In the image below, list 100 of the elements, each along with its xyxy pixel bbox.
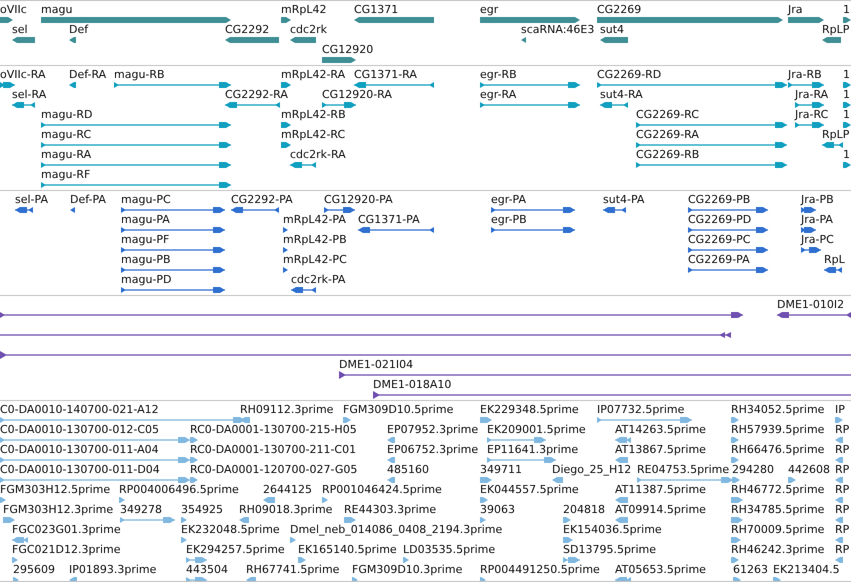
feature-label[interactable]: C0-DA0010-130700-011-A04 <box>0 443 159 456</box>
feature-label[interactable]: mRpL42-PB <box>283 233 347 246</box>
feature-label[interactable]: C0-DA0010-140700-021-A12 <box>0 403 159 416</box>
feature-arrow[interactable] <box>283 246 288 254</box>
feature-label[interactable]: mRpL42-PA <box>283 213 346 226</box>
feature-arrow[interactable] <box>225 36 279 44</box>
feature-label[interactable]: AT14263.5prime <box>615 423 706 436</box>
feature-label[interactable]: IP07732.5prime <box>597 403 684 416</box>
feature-label[interactable]: egr-PB <box>491 213 527 226</box>
feature-label[interactable]: magu-RD <box>41 108 92 121</box>
feature-label[interactable]: oVIIc-RA <box>0 68 46 81</box>
feature-label[interactable]: Def <box>69 23 88 36</box>
feature-label[interactable]: mRpL42-RB <box>281 108 346 121</box>
feature-label[interactable]: sut4-PA <box>603 193 644 206</box>
feature-label[interactable]: magu-RA <box>41 148 92 161</box>
feature-label[interactable]: Diego_25_H12 <box>552 463 632 476</box>
feature-label[interactable]: CG12920-RA <box>322 88 392 101</box>
feature-label[interactable]: C0-DA0010-130700-012-C05 <box>0 423 160 436</box>
feature-label[interactable]: RH34052.5prime <box>731 403 824 416</box>
feature-label[interactable]: 39063 <box>480 503 515 516</box>
feature-label[interactable]: RP <box>835 423 850 436</box>
feature-arrow[interactable] <box>69 36 76 44</box>
feature-label[interactable]: Jra-PB <box>801 193 834 206</box>
feature-label[interactable]: CG2269-PC <box>688 233 750 246</box>
feature-label[interactable]: RC0-DA0001-130700-215-H05 <box>190 423 357 436</box>
feature-label[interactable]: RH09018.3prime <box>239 503 332 516</box>
feature-label[interactable]: EP06752.3prime <box>387 443 478 456</box>
feature-label[interactable]: RpLP <box>822 128 850 141</box>
feature-label[interactable]: magu-PC <box>121 193 171 206</box>
feature-label[interactable]: DME1-010I2 <box>777 298 844 311</box>
feature-arrow[interactable] <box>322 56 356 64</box>
feature-label[interactable]: Jra-RB <box>788 68 822 81</box>
feature-label[interactable]: 61263 <box>733 563 768 576</box>
feature-label[interactable]: AT09914.5prime <box>615 503 706 516</box>
feature-arrow[interactable] <box>843 101 851 109</box>
feature-label[interactable]: 294280 <box>732 463 774 476</box>
feature-label[interactable]: EK044557.5prime <box>480 483 579 496</box>
feature-label[interactable]: sel <box>12 23 28 36</box>
feature-label[interactable]: RC0-DA0001-120700-027-G05 <box>190 463 358 476</box>
feature-label[interactable]: CG1371-RA <box>354 68 417 81</box>
feature-label[interactable]: 1 <box>843 108 850 121</box>
feature-label[interactable]: IP <box>835 403 845 416</box>
feature-label[interactable]: RpLP <box>822 23 850 36</box>
feature-label[interactable]: egr-PA <box>491 193 526 206</box>
feature-label[interactable]: AT13867.5prime <box>615 443 706 456</box>
feature-arrow[interactable] <box>801 226 816 234</box>
feature-label[interactable]: CG2292-RA <box>225 88 288 101</box>
feature-label[interactable]: scaRNA:46E3 <box>521 23 594 36</box>
feature-arrow[interactable] <box>521 36 526 44</box>
feature-label[interactable]: EP07952.3prime <box>387 423 478 436</box>
feature-label[interactable]: CG2292 <box>225 23 270 36</box>
feature-label[interactable]: Def-RA <box>69 68 106 81</box>
feature-label[interactable]: DME1-018A10 <box>373 378 452 391</box>
feature-label[interactable]: RP001046424.5prime <box>322 483 442 496</box>
feature-label[interactable]: RH70009.5prime <box>731 523 824 536</box>
feature-arrow[interactable] <box>843 81 851 89</box>
feature-label[interactable]: EK232048.5prime <box>181 523 280 536</box>
feature-label[interactable]: oVIIc <box>0 3 27 16</box>
feature-label[interactable]: RP004006496.5prime <box>119 483 239 496</box>
feature-label[interactable]: mRpL42-RC <box>281 128 346 141</box>
feature-label[interactable]: CG2269-PB <box>688 193 750 206</box>
feature-label[interactable]: mRpL42 <box>281 3 326 16</box>
feature-arrow[interactable] <box>281 141 291 149</box>
feature-label[interactable]: CG2269 <box>597 3 642 16</box>
feature-label[interactable]: EK294257.5prime <box>186 543 285 556</box>
feature-label[interactable]: egr-RB <box>480 68 517 81</box>
feature-arrow[interactable] <box>70 206 75 214</box>
feature-label[interactable]: RH09112.3prime <box>240 403 334 416</box>
feature-label[interactable]: RC0-DA0001-130700-211-C01 <box>190 443 356 456</box>
feature-arrow[interactable] <box>822 36 841 44</box>
feature-label[interactable]: RE04753.5prime <box>637 463 730 476</box>
feature-label[interactable]: CG2269-PD <box>688 213 752 226</box>
feature-arrow[interactable] <box>290 36 316 44</box>
feature-label[interactable]: RH46242.3prime <box>731 543 824 556</box>
feature-arrow[interactable] <box>0 81 15 89</box>
feature-label[interactable]: EK209001.5prime <box>487 423 586 436</box>
feature-label[interactable]: RP <box>835 483 850 496</box>
feature-arrow[interactable] <box>12 36 35 44</box>
feature-label[interactable]: magu-PF <box>121 233 170 246</box>
feature-label[interactable]: SD13795.5prime <box>563 543 656 556</box>
feature-label[interactable]: 1 <box>843 148 850 161</box>
feature-label[interactable]: Jra-RC <box>795 108 828 121</box>
feature-label[interactable]: sel-PA <box>15 193 48 206</box>
feature-label[interactable]: 349711 <box>480 463 522 476</box>
feature-label[interactable]: RP <box>835 443 850 456</box>
feature-label[interactable]: FGM303H12.3prime <box>3 503 114 516</box>
feature-label[interactable]: CG1371-PA <box>358 213 420 226</box>
feature-label[interactable]: CG2269-PA <box>688 253 750 266</box>
feature-label[interactable]: IP01893.3prime <box>69 563 156 576</box>
feature-label[interactable]: CG12920-PA <box>324 193 393 206</box>
feature-label[interactable]: FGM309D10.5prime <box>343 403 454 416</box>
feature-label[interactable]: RH57939.5prime <box>731 423 824 436</box>
feature-label[interactable]: magu-RF <box>41 168 90 181</box>
feature-arrow[interactable] <box>281 81 291 89</box>
feature-label[interactable]: EK154036.5prime <box>563 523 662 536</box>
feature-arrow[interactable] <box>801 206 816 214</box>
feature-label[interactable]: Jra <box>788 3 803 16</box>
feature-label[interactable]: RP004491250.5prime <box>480 563 600 576</box>
feature-label[interactable]: Jra-PC <box>801 233 834 246</box>
feature-label[interactable]: RE44303.3prime <box>344 503 436 516</box>
